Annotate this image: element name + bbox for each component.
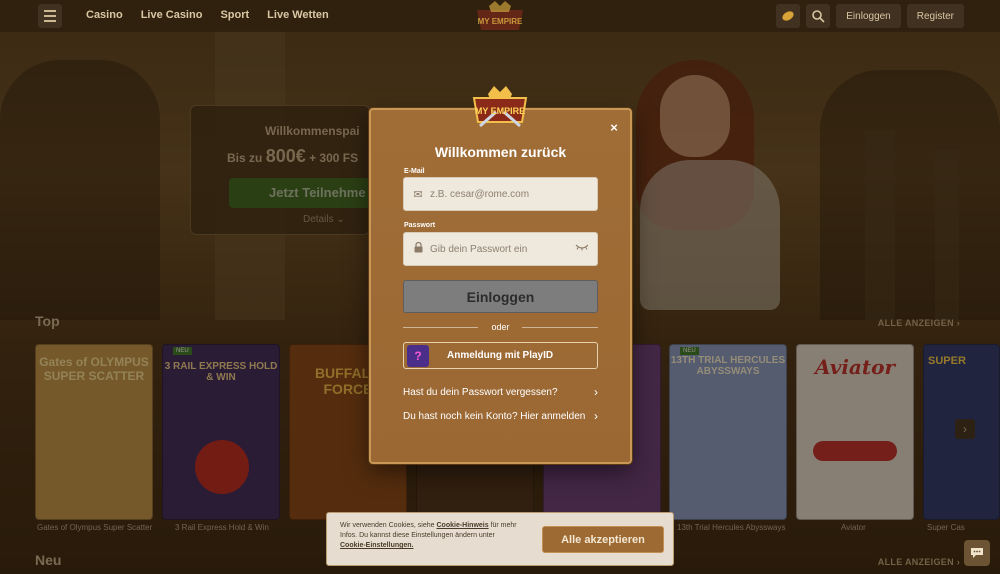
cookie-text: Wir verwenden Cookies, siehe Cookie-Hinw…: [340, 521, 520, 551]
cookie-notice-link[interactable]: Cookie-Hinweis: [437, 522, 489, 529]
nav-register-button[interactable]: Register: [906, 4, 964, 28]
chevron-right-icon: ›: [594, 409, 598, 423]
modal-logo: MY EMPIRE: [472, 86, 528, 128]
search-button[interactable]: [806, 4, 831, 28]
close-modal-button[interactable]: ×: [607, 121, 621, 135]
password-input[interactable]: [430, 243, 570, 255]
chat-icon: [971, 548, 983, 558]
nav-login-button[interactable]: Einloggen: [836, 4, 901, 28]
forgot-password-link[interactable]: Hast du dein Passwort vergessen? ›: [403, 385, 598, 399]
email-label: E-Mail: [404, 168, 425, 175]
nav-link-casino[interactable]: Casino: [86, 9, 123, 21]
bonus-icon: [782, 11, 794, 21]
top-navigation: Casino Live Casino Sport Live Wetten MY …: [0, 0, 1000, 32]
divider-line: [522, 327, 598, 328]
site-logo[interactable]: MY EMPIRE: [471, 0, 529, 40]
lock-icon: [406, 241, 430, 256]
password-label: Passwort: [404, 222, 436, 229]
cookie-text-part: Wir verwenden Cookies, siehe: [340, 522, 437, 529]
email-input[interactable]: [430, 188, 570, 200]
nav-link-live-wetten[interactable]: Live Wetten: [267, 9, 329, 21]
envelope-icon: ✉: [413, 188, 423, 201]
password-field[interactable]: [403, 232, 598, 266]
nav-link-live-casino[interactable]: Live Casino: [141, 9, 203, 21]
email-field[interactable]: ✉: [403, 177, 598, 211]
menu-button[interactable]: [38, 4, 62, 28]
login-button[interactable]: Einloggen: [403, 280, 598, 313]
close-icon: ×: [610, 120, 618, 135]
cookie-settings-link[interactable]: Cookie-Einstellungen.: [340, 542, 414, 549]
forgot-password-label: Hast du dein Passwort vergessen?: [403, 386, 558, 398]
logo-text: MY EMPIRE: [475, 106, 525, 116]
chat-button[interactable]: [964, 540, 990, 566]
search-icon: [812, 10, 825, 23]
promotions-button[interactable]: [776, 4, 801, 28]
register-link[interactable]: Du hast noch kein Konto? Hier anmelden ›: [403, 409, 598, 423]
register-link-label: Du hast noch kein Konto? Hier anmelden: [403, 410, 586, 422]
logo-text: MY EMPIRE: [478, 17, 523, 26]
playid-login-button[interactable]: ? Anmeldung mit PlayID: [403, 342, 598, 369]
show-password-icon[interactable]: [575, 243, 589, 254]
playid-label: Anmeldung mit PlayID: [447, 350, 554, 361]
playid-icon: ?: [407, 344, 429, 367]
hamburger-icon-bar: [44, 10, 56, 12]
hamburger-icon-bar: [44, 20, 56, 22]
cookie-banner: Wir verwenden Cookies, siehe Cookie-Hinw…: [326, 512, 674, 566]
accept-all-cookies-button[interactable]: Alle akzeptieren: [542, 526, 664, 553]
hamburger-icon-bar: [44, 15, 56, 17]
nav-actions: Einloggen Register: [776, 4, 964, 28]
nav-link-sport[interactable]: Sport: [220, 9, 249, 21]
chevron-right-icon: ›: [594, 385, 598, 399]
main-nav-links: Casino Live Casino Sport Live Wetten: [86, 9, 329, 21]
modal-title: Willkommen zurück: [434, 144, 567, 160]
